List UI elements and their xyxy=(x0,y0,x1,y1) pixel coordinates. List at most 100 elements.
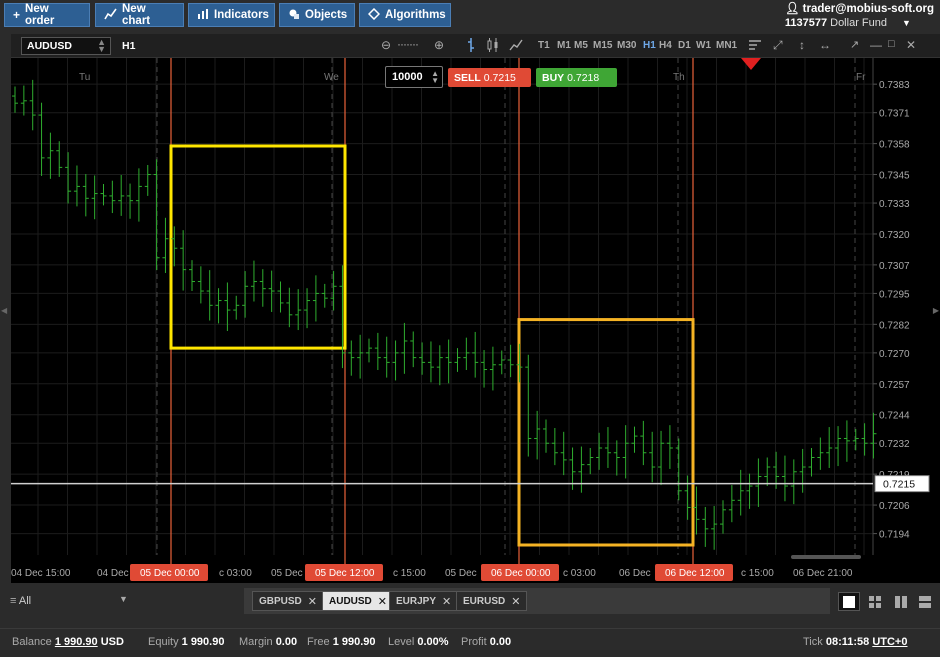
chevron-down-icon[interactable]: ▼ xyxy=(119,594,128,604)
right-panel-handle[interactable]: ▶ xyxy=(933,306,939,315)
account-fund: Dollar Fund xyxy=(830,17,887,29)
balance-status: Balance 1 990.90 USD xyxy=(12,636,124,648)
layout-columns-icon[interactable] xyxy=(890,592,912,611)
minimize-icon[interactable]: — xyxy=(870,38,882,52)
user-icon: 👤︎ xyxy=(784,3,800,15)
highlight-box xyxy=(169,144,347,350)
tabs-strip: GBPUSD ✕ AUDUSD ✕ EURJPY ✕ EURUSD ✕ xyxy=(244,588,830,614)
buy-button[interactable]: BUY 0.7218 xyxy=(536,68,617,87)
line-chart-type-icon[interactable] xyxy=(509,38,523,55)
timeframe-t1[interactable]: T1 xyxy=(538,40,550,51)
timeframe-h4[interactable]: H4 xyxy=(659,40,672,51)
x-tick-label: c 03:00 xyxy=(219,568,252,579)
account-info[interactable]: 👤︎ trader@mobius-soft.org 1137577 Dollar… xyxy=(785,1,934,29)
highlight-box xyxy=(517,318,695,547)
new-order-button[interactable]: + New order xyxy=(4,3,90,27)
chart-header: AUDUSD ▲ ▼ H1 ⊖ ······· ⊕ T1 M1 M5 M15 M30 H1 H… xyxy=(11,34,940,58)
y-tick-label: 0.7358 xyxy=(879,140,910,151)
bar-chart-type-icon[interactable] xyxy=(466,38,476,55)
highlighted-time-label: 05 Dec 12:00 xyxy=(315,568,375,579)
y-tick-label: 0.7345 xyxy=(879,171,910,182)
price-chart[interactable]: 0.7383 0.7371 0.7358 0.7345 0.7333 0.7320 0.73… xyxy=(11,58,940,583)
close-tab-icon[interactable]: ✕ xyxy=(442,595,451,608)
objects-button[interactable]: Objects xyxy=(279,3,355,27)
chart-scrollbar[interactable] xyxy=(791,555,861,559)
y-tick-label: 0.7295 xyxy=(879,289,910,300)
account-user: trader@mobius-soft.org xyxy=(802,3,934,15)
y-tick-label: 0.7206 xyxy=(879,501,910,512)
zoom-out-icon[interactable]: ⊖ xyxy=(381,38,391,52)
timezone-selector[interactable]: UTC+0 xyxy=(872,636,907,648)
x-tick-label: 05 Dec xyxy=(271,568,303,579)
spinner-arrows-icon: ▲ ▼ xyxy=(97,37,106,54)
timeframe-m5[interactable]: M5 xyxy=(574,40,588,51)
zoom-slider[interactable]: ······· xyxy=(397,37,419,51)
x-tick-label: 04 Dec 15:00 xyxy=(11,568,71,579)
tab-audusd[interactable]: AUDUSD ✕ xyxy=(322,591,394,611)
highlighted-time-label: 06 Dec 12:00 xyxy=(665,568,725,579)
tab-eurjpy[interactable]: EURJPY ✕ xyxy=(389,591,459,611)
symbol-selector[interactable]: AUDUSD ▲ ▼ xyxy=(21,37,111,55)
x-tick-label: c 03:00 xyxy=(563,568,596,579)
candle-chart-type-icon[interactable] xyxy=(487,38,499,55)
y-tick-label: 0.7320 xyxy=(879,230,910,241)
y-tick-label: 0.7371 xyxy=(879,109,910,120)
highlighted-time-label: 06 Dec 00:00 xyxy=(491,568,551,579)
close-tab-icon[interactable]: ✕ xyxy=(308,595,317,608)
y-tick-label: 0.7383 xyxy=(879,80,910,91)
left-panel-handle[interactable]: ◀ xyxy=(1,306,7,315)
zoom-in-icon[interactable]: ⊕ xyxy=(434,38,444,52)
scale-diagonal-icon[interactable]: ⤢ xyxy=(773,38,783,53)
margin-status: Margin 0.00 xyxy=(239,636,298,648)
layout-single-icon[interactable] xyxy=(838,592,860,611)
lot-size-input[interactable]: 10000 ▲ ▼ xyxy=(385,66,443,88)
algorithms-button[interactable]: Algorithms xyxy=(359,3,451,27)
y-tick-label: 0.7307 xyxy=(879,261,910,272)
new-chart-button[interactable]: New chart xyxy=(95,3,184,27)
chart-properties-icon[interactable] xyxy=(748,38,762,55)
tab-filter[interactable]: ≡ All xyxy=(10,595,31,607)
tick-time-status: Tick 08:11:58 UTC+0 xyxy=(803,636,908,648)
timeframe-d1[interactable]: D1 xyxy=(678,40,691,51)
plus-icon: + xyxy=(13,8,21,22)
scale-vertical-icon[interactable]: ↕ xyxy=(799,38,805,52)
timeframe-m30[interactable]: M30 xyxy=(617,40,636,51)
x-tick-label: 06 Dec xyxy=(619,568,651,579)
layout-grid-icon[interactable] xyxy=(864,592,886,611)
tab-eurusd[interactable]: EURUSD ✕ xyxy=(456,591,528,611)
y-tick-label: 0.7257 xyxy=(879,380,910,391)
timeframe-m15[interactable]: M15 xyxy=(593,40,612,51)
diamond-icon xyxy=(367,7,381,23)
timeframe-mn1[interactable]: MN1 xyxy=(716,40,737,51)
timeframe-h1[interactable]: H1 xyxy=(643,40,656,51)
close-tab-icon[interactable]: ✕ xyxy=(511,595,520,608)
scale-horizontal-icon[interactable]: ↔ xyxy=(819,38,831,52)
shapes-icon xyxy=(288,8,300,23)
sell-button[interactable]: SELL 0.7215 xyxy=(448,68,531,87)
y-tick-label: 0.7244 xyxy=(879,411,910,422)
timeframe-w1[interactable]: W1 xyxy=(696,40,711,51)
timeframe-m1[interactable]: M1 xyxy=(557,40,571,51)
current-timeframe: H1 xyxy=(122,40,136,52)
close-tab-icon[interactable]: ✕ xyxy=(378,595,387,608)
layout-rows-icon[interactable] xyxy=(914,592,936,611)
chevron-down-icon: ▼ xyxy=(902,18,911,28)
maximize-icon[interactable]: □ xyxy=(888,38,895,50)
y-tick-label: 0.7232 xyxy=(879,439,910,450)
indicators-button[interactable]: Indicators xyxy=(188,3,275,27)
day-label: Th xyxy=(673,72,685,83)
highlighted-time-label: 05 Dec 00:00 xyxy=(140,568,200,579)
profit-status: Profit 0.00 xyxy=(461,636,512,648)
trading-terminal: + New order New chart Indicators Objects xyxy=(0,0,940,657)
x-tick-label: c 15:00 xyxy=(393,568,426,579)
tab-gbpusd[interactable]: GBPUSD ✕ xyxy=(252,591,325,611)
y-tick-label: 0.7333 xyxy=(879,199,910,210)
chart-canvas[interactable]: 0.7383 0.7371 0.7358 0.7345 0.7333 0.7320 0.73… xyxy=(11,58,940,583)
bar-chart-icon xyxy=(197,8,209,23)
close-icon[interactable]: ✕ xyxy=(906,38,916,52)
equity-status: Equity 1 990.90 xyxy=(148,636,225,648)
balance-value[interactable]: 1 990.90 xyxy=(55,636,98,648)
detach-window-icon[interactable]: ↗ xyxy=(850,38,859,51)
chart-icon xyxy=(104,8,117,23)
current-bar-marker[interactable] xyxy=(741,58,761,70)
